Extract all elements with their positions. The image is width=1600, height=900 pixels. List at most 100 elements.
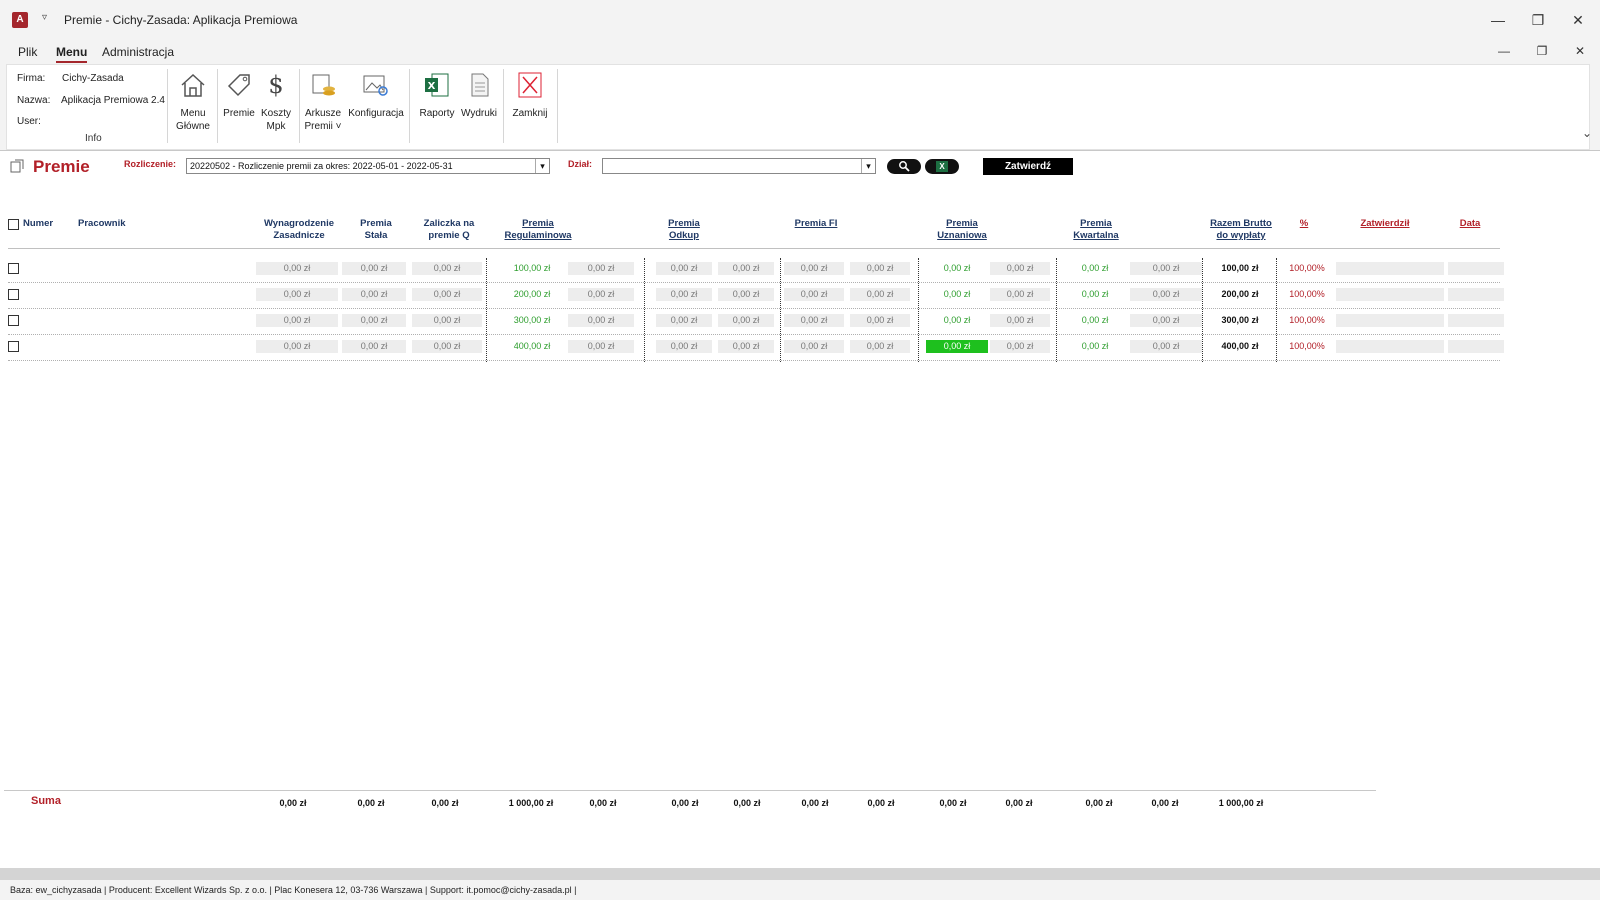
- cell-kw2[interactable]: 0,00 zł: [1130, 262, 1202, 275]
- cell-data[interactable]: [1448, 314, 1504, 327]
- cell-pct[interactable]: 100,00%: [1282, 340, 1332, 353]
- wydruki-button[interactable]: Wydruki: [459, 71, 499, 120]
- konfiguracja-button[interactable]: Konfiguracja: [347, 71, 405, 120]
- header-pracownik[interactable]: Pracownik: [78, 218, 126, 230]
- header-wynagrodzenie[interactable]: Wynagrodzenie Zasadnicze: [256, 218, 342, 242]
- cell-zatwierdzil[interactable]: [1336, 340, 1444, 353]
- cell-reg[interactable]: 100,00 zł: [496, 262, 568, 275]
- koszty-mpk-button[interactable]: $ Koszty Mpk: [259, 71, 293, 133]
- cell-razem[interactable]: 100,00 zł: [1204, 262, 1276, 275]
- cell-fi1[interactable]: 0,00 zł: [784, 262, 844, 275]
- cell-odk1[interactable]: 0,00 zł: [656, 340, 712, 353]
- cell-razem[interactable]: 300,00 zł: [1204, 314, 1276, 327]
- cell-zal[interactable]: 0,00 zł: [412, 262, 482, 275]
- cell-fi2[interactable]: 0,00 zł: [850, 314, 910, 327]
- select-all-checkbox[interactable]: [8, 219, 19, 230]
- cell-wyn[interactable]: 0,00 zł: [256, 262, 338, 275]
- zamknij-button[interactable]: Zamknij: [509, 71, 551, 120]
- doc-close-icon[interactable]: ✕: [1570, 41, 1590, 61]
- cell-uzn2[interactable]: 0,00 zł: [990, 262, 1050, 275]
- close-icon[interactable]: ✕: [1568, 10, 1588, 30]
- header-premia-kwartalna[interactable]: Premia Kwartalna: [1066, 218, 1126, 242]
- doc-restore-icon[interactable]: ❐: [1532, 41, 1552, 61]
- cell-reg[interactable]: 300,00 zł: [496, 314, 568, 327]
- header-procent[interactable]: %: [1294, 218, 1314, 230]
- cell-uzn1[interactable]: 0,00 zł: [926, 340, 988, 353]
- cell-kw1[interactable]: 0,00 zł: [1064, 288, 1126, 301]
- header-premia-uznaniowa[interactable]: Premia Uznaniowa: [930, 218, 994, 242]
- dzial-select[interactable]: ▾: [602, 158, 876, 174]
- cell-stala[interactable]: 0,00 zł: [342, 288, 406, 301]
- restore-icon[interactable]: ❐: [1528, 10, 1548, 30]
- header-zatwierdzil[interactable]: Zatwierdził: [1350, 218, 1420, 230]
- header-zaliczka[interactable]: Zaliczka na premie Q: [414, 218, 484, 242]
- cell-fi2[interactable]: 0,00 zł: [850, 288, 910, 301]
- cell-kw2[interactable]: 0,00 zł: [1130, 314, 1202, 327]
- header-numer[interactable]: Numer: [23, 218, 53, 230]
- row-checkbox[interactable]: [8, 289, 19, 300]
- header-premia-fi[interactable]: Premia FI: [786, 218, 846, 230]
- header-premia-stala[interactable]: Premia Stała: [352, 218, 400, 242]
- cell-reg[interactable]: 200,00 zł: [496, 288, 568, 301]
- cell-zal[interactable]: 0,00 zł: [412, 314, 482, 327]
- rozliczenie-select[interactable]: 20220502 - Rozliczenie premii za okres: …: [186, 158, 550, 174]
- cell-uzn2[interactable]: 0,00 zł: [990, 340, 1050, 353]
- zatwierdz-button[interactable]: Zatwierdź: [983, 158, 1073, 175]
- chevron-down-icon[interactable]: ▾: [861, 159, 875, 173]
- quick-access-dropdown-icon[interactable]: ▿: [42, 12, 47, 23]
- raporty-button[interactable]: X Raporty: [417, 71, 457, 120]
- header-premia-regulaminowa[interactable]: Premia Regulaminowa: [498, 218, 578, 242]
- access-icon[interactable]: A: [12, 12, 28, 28]
- row-checkbox[interactable]: [8, 315, 19, 326]
- cell-wyn[interactable]: 0,00 zł: [256, 288, 338, 301]
- cell-reg2[interactable]: 0,00 zł: [568, 314, 634, 327]
- cell-uzn1[interactable]: 0,00 zł: [926, 314, 988, 327]
- cell-wyn[interactable]: 0,00 zł: [256, 340, 338, 353]
- header-premia-odkup[interactable]: Premia Odkup: [656, 218, 712, 242]
- cell-odk1[interactable]: 0,00 zł: [656, 262, 712, 275]
- cell-pct[interactable]: 100,00%: [1282, 288, 1332, 301]
- cell-odk2[interactable]: 0,00 zł: [718, 288, 774, 301]
- cell-kw1[interactable]: 0,00 zł: [1064, 314, 1126, 327]
- cell-zatwierdzil[interactable]: [1336, 288, 1444, 301]
- chevron-down-icon[interactable]: ▾: [535, 159, 549, 173]
- cell-fi1[interactable]: 0,00 zł: [784, 314, 844, 327]
- cell-zatwierdzil[interactable]: [1336, 262, 1444, 275]
- cell-zatwierdzil[interactable]: [1336, 314, 1444, 327]
- cell-fi1[interactable]: 0,00 zł: [784, 340, 844, 353]
- premie-button[interactable]: Premie: [221, 71, 257, 120]
- doc-minimize-icon[interactable]: —: [1494, 41, 1514, 61]
- horizontal-scrollbar[interactable]: [0, 868, 1600, 880]
- cell-fi1[interactable]: 0,00 zł: [784, 288, 844, 301]
- arkusze-premii-button[interactable]: Arkusze Premii ˅: [303, 71, 343, 133]
- cell-fi2[interactable]: 0,00 zł: [850, 340, 910, 353]
- ribbon-collapse-icon[interactable]: ⌄: [1582, 126, 1592, 140]
- cell-kw2[interactable]: 0,00 zł: [1130, 340, 1202, 353]
- cell-fi2[interactable]: 0,00 zł: [850, 262, 910, 275]
- tab-administracja[interactable]: Administracja: [102, 45, 174, 59]
- cell-uzn1[interactable]: 0,00 zł: [926, 262, 988, 275]
- cell-data[interactable]: [1448, 288, 1504, 301]
- cell-odk2[interactable]: 0,00 zł: [718, 262, 774, 275]
- cell-reg2[interactable]: 0,00 zł: [568, 288, 634, 301]
- cell-odk1[interactable]: 0,00 zł: [656, 314, 712, 327]
- minimize-icon[interactable]: —: [1488, 10, 1508, 30]
- search-button[interactable]: [887, 159, 921, 174]
- menu-glowne-button[interactable]: Menu Główne: [173, 71, 213, 133]
- cell-pct[interactable]: 100,00%: [1282, 262, 1332, 275]
- row-checkbox[interactable]: [8, 341, 19, 352]
- cell-stala[interactable]: 0,00 zł: [342, 340, 406, 353]
- cell-reg2[interactable]: 0,00 zł: [568, 340, 634, 353]
- cell-pct[interactable]: 100,00%: [1282, 314, 1332, 327]
- tab-plik[interactable]: Plik: [18, 45, 37, 59]
- cell-data[interactable]: [1448, 340, 1504, 353]
- cell-kw1[interactable]: 0,00 zł: [1064, 262, 1126, 275]
- cell-reg[interactable]: 400,00 zł: [496, 340, 568, 353]
- header-data[interactable]: Data: [1454, 218, 1486, 230]
- row-checkbox[interactable]: [8, 263, 19, 274]
- cell-reg2[interactable]: 0,00 zł: [568, 262, 634, 275]
- cell-kw2[interactable]: 0,00 zł: [1130, 288, 1202, 301]
- cell-zal[interactable]: 0,00 zł: [412, 288, 482, 301]
- cell-odk2[interactable]: 0,00 zł: [718, 314, 774, 327]
- cell-zal[interactable]: 0,00 zł: [412, 340, 482, 353]
